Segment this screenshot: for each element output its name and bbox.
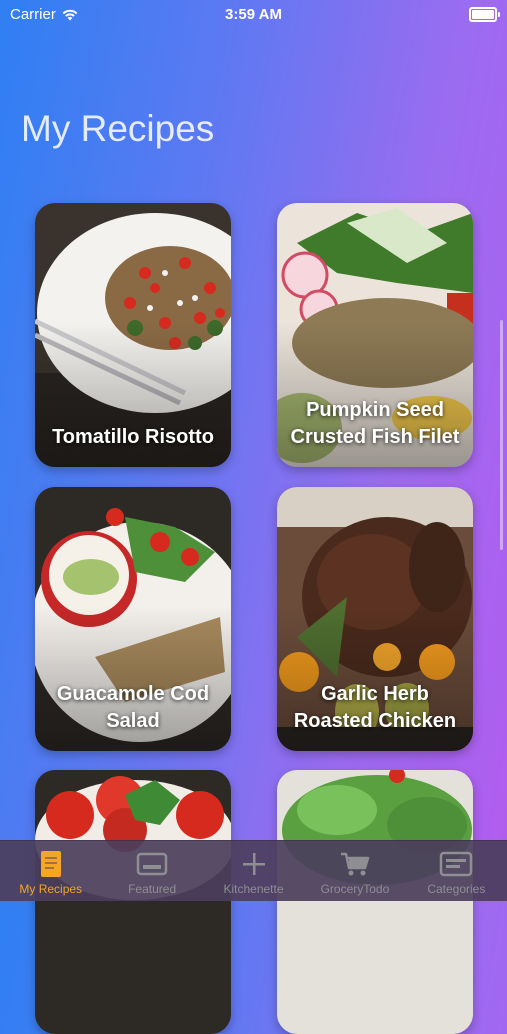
recipe-name: Guacamole Cod Salad (56, 683, 210, 732)
tab-label: Categories (427, 882, 486, 896)
plus-icon (236, 849, 272, 879)
recipe-card[interactable] (277, 770, 473, 1034)
tab-label: GroceryTodo (320, 882, 390, 896)
recipe-grid: Tomatillo Risotto Pumpkin Seed Crusted F… (0, 0, 507, 1034)
recipe-name: Tomatillo Risotto (52, 426, 214, 448)
tab-label: Featured (128, 882, 177, 896)
card-icon (134, 849, 170, 879)
tab-categories[interactable]: Categories (406, 841, 507, 901)
recipe-card[interactable]: Guacamole Cod Salad (35, 487, 231, 751)
tab-bar: My Recipes Featured Kitchenette GroceryT… (0, 840, 507, 901)
recipe-name: Garlic Herb Roasted Chicken (293, 683, 457, 732)
recipe-card[interactable]: Garlic Herb Roasted Chicken (277, 487, 473, 751)
tab-label: Kitchenette (223, 882, 284, 896)
cart-icon (337, 849, 373, 879)
tab-featured[interactable]: Featured (101, 841, 202, 901)
recipe-photo (35, 770, 231, 1034)
book-icon (33, 849, 69, 879)
recipe-card[interactable]: Tomatillo Risotto (35, 203, 231, 467)
recipe-card[interactable] (35, 770, 231, 1034)
scroll-indicator[interactable] (500, 320, 503, 550)
tab-label: My Recipes (19, 882, 83, 896)
list-card-icon (438, 849, 474, 879)
recipe-card[interactable]: Pumpkin Seed Crusted Fish Filet (277, 203, 473, 467)
tab-kitchenette[interactable]: Kitchenette (203, 841, 304, 901)
recipe-photo (277, 770, 473, 1034)
recipe-name: Pumpkin Seed Crusted Fish Filet (290, 399, 460, 448)
tab-my-recipes[interactable]: My Recipes (0, 841, 101, 901)
tab-grocerytodo[interactable]: GroceryTodo (304, 841, 405, 901)
